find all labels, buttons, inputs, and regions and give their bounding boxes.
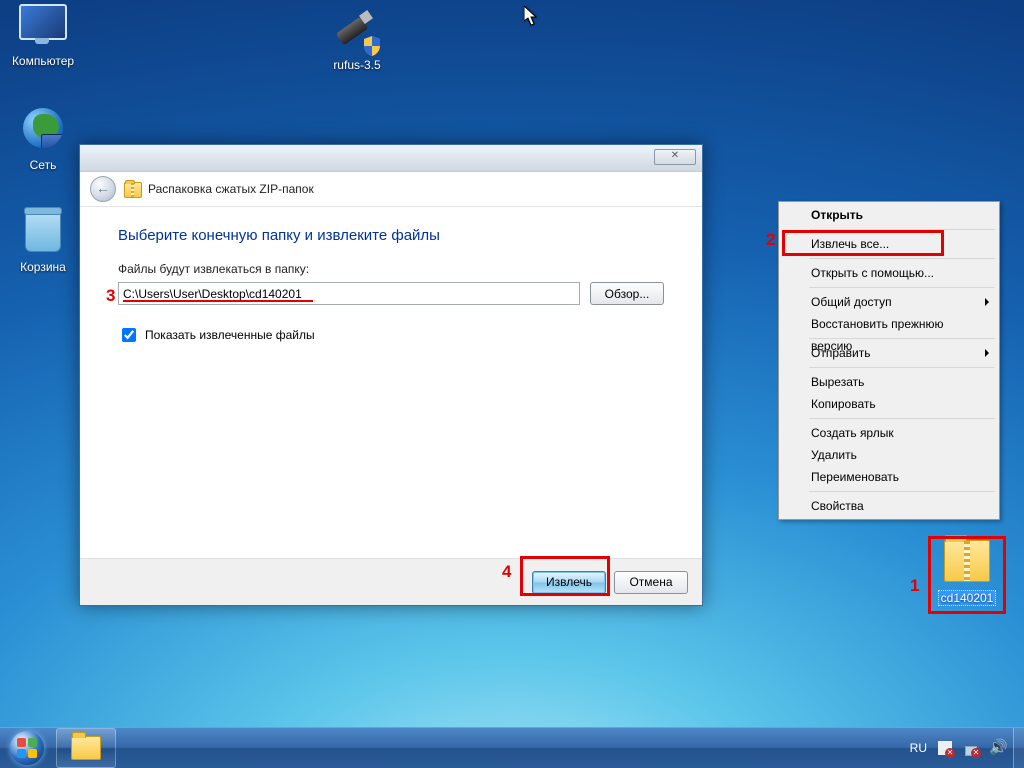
language-indicator[interactable]: RU [910, 741, 927, 755]
menu-separator [809, 491, 995, 492]
cancel-button[interactable]: Отмена [614, 571, 688, 594]
menu-item-delete[interactable]: Удалить [781, 444, 997, 466]
wizard-header-text: Распаковка сжатых ZIP-папок [148, 182, 314, 196]
wizard-header: ← Распаковка сжатых ZIP-папок [80, 172, 702, 207]
computer-icon [19, 4, 67, 52]
system-tray: RU 🔊 [902, 740, 1013, 756]
extract-button[interactable]: Извлечь [532, 571, 606, 594]
destination-label: Файлы будут извлекаться в папку: [118, 262, 664, 276]
menu-separator [809, 229, 995, 230]
menu-item-cut[interactable]: Вырезать [781, 371, 997, 393]
usb-drive-icon [333, 8, 381, 56]
menu-separator [809, 258, 995, 259]
taskbar: RU 🔊 [0, 727, 1024, 768]
uac-shield-icon [363, 36, 381, 56]
close-button[interactable]: ✕ [654, 149, 696, 165]
wizard-title: Выберите конечную папку и извлеките файл… [118, 227, 664, 244]
action-center-icon[interactable] [937, 740, 953, 756]
menu-item-open-with[interactable]: Открыть с помощью... [781, 262, 997, 284]
show-extracted-checkbox[interactable] [122, 328, 136, 342]
desktop-icon-label: Корзина [4, 260, 82, 274]
menu-item-send-to[interactable]: Отправить [781, 342, 997, 364]
desktop-icon-recycle-bin[interactable]: Корзина [4, 208, 82, 274]
window-titlebar[interactable]: ✕ [80, 145, 702, 172]
desktop-icon-label: Компьютер [4, 54, 82, 68]
menu-item-open[interactable]: Открыть [781, 204, 997, 226]
back-arrow-icon: ← [96, 180, 110, 196]
desktop-icon-computer[interactable]: Компьютер [4, 4, 82, 68]
desktop-icon-label: rufus-3.5 [318, 58, 396, 72]
menu-item-rename[interactable]: Переименовать [781, 466, 997, 488]
menu-separator [809, 367, 995, 368]
show-extracted-label: Показать извлеченные файлы [145, 328, 315, 342]
context-menu: Открыть Извлечь все... Открыть с помощью… [778, 201, 1000, 520]
show-desktop-button[interactable] [1013, 728, 1024, 768]
desktop-icon-label: cd140201 [938, 590, 997, 606]
menu-separator [809, 418, 995, 419]
extract-wizard-window: ✕ ← Распаковка сжатых ZIP-папок Выберите… [79, 144, 703, 606]
annotation-number-2: 2 [766, 230, 775, 250]
submenu-arrow-icon [985, 298, 989, 306]
recycle-bin-icon [19, 210, 67, 258]
submenu-arrow-icon [985, 349, 989, 357]
menu-item-copy[interactable]: Копировать [781, 393, 997, 415]
windows-orb-icon [10, 731, 44, 765]
mouse-cursor-icon [524, 6, 538, 29]
menu-item-restore-version[interactable]: Восстановить прежнюю версию [781, 313, 997, 335]
close-icon: ✕ [671, 150, 679, 161]
network-status-icon[interactable] [963, 740, 979, 756]
menu-item-create-shortcut[interactable]: Создать ярлык [781, 422, 997, 444]
menu-separator [809, 287, 995, 288]
zip-folder-icon [943, 540, 991, 588]
desktop-icon-rufus[interactable]: rufus-3.5 [318, 4, 396, 72]
destination-path-input[interactable] [118, 282, 580, 305]
taskbar-button-explorer[interactable] [56, 728, 116, 768]
back-button[interactable]: ← [90, 176, 116, 202]
browse-button[interactable]: Обзор... [590, 282, 664, 305]
menu-item-properties[interactable]: Свойства [781, 495, 997, 517]
annotation-number-1: 1 [910, 576, 919, 596]
network-icon [19, 108, 67, 156]
desktop-icon-label: Сеть [4, 158, 82, 172]
volume-icon[interactable]: 🔊 [989, 740, 1005, 756]
zip-folder-icon [124, 181, 140, 197]
menu-item-share[interactable]: Общий доступ [781, 291, 997, 313]
folder-icon [71, 736, 101, 760]
start-button[interactable] [0, 728, 54, 768]
desktop-icon-zipfile[interactable]: cd140201 [928, 538, 1006, 606]
desktop-icon-network[interactable]: Сеть [4, 106, 82, 172]
wizard-footer: Извлечь Отмена [80, 558, 702, 605]
menu-item-extract-all[interactable]: Извлечь все... [781, 233, 997, 255]
